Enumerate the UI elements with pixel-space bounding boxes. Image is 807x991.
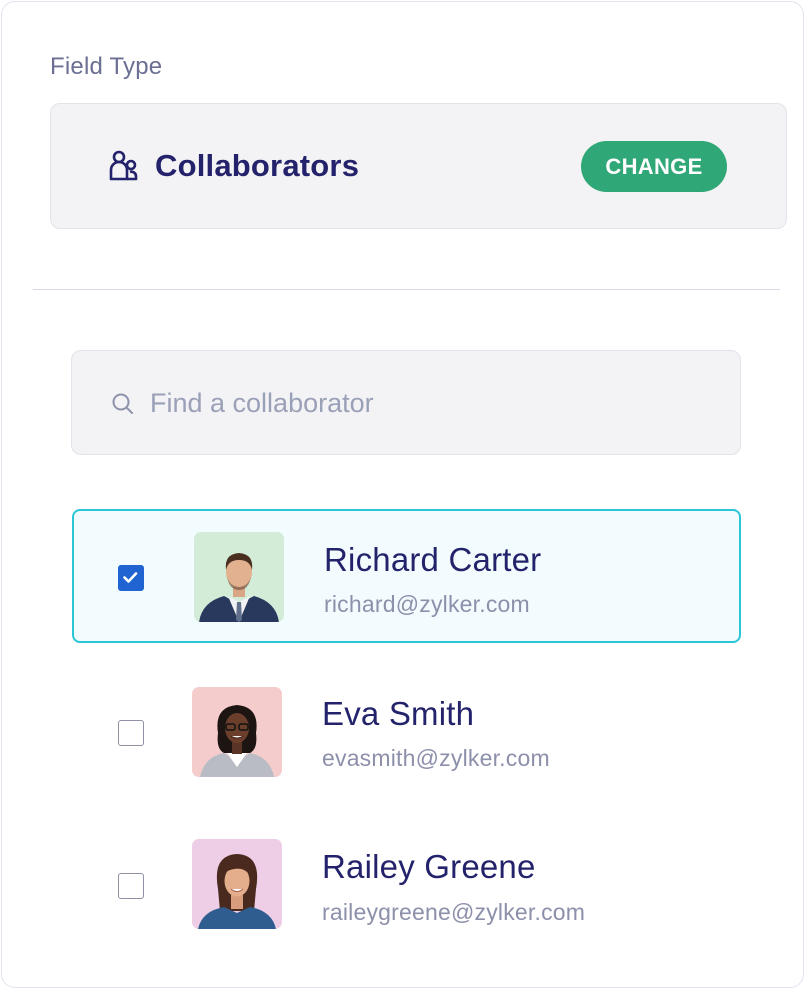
section-divider [33, 289, 780, 290]
collaborator-checkbox[interactable] [118, 720, 144, 746]
collaborator-name: Railey Greene [322, 848, 536, 885]
check-icon [123, 572, 138, 583]
field-settings-panel: Field Type Collaborators CHANGE Find a c… [1, 1, 804, 988]
collaborators-icon [109, 150, 138, 181]
avatar [192, 839, 282, 929]
field-type-value: Collaborators [155, 148, 360, 183]
collaborator-email: evasmith@zylker.com [322, 745, 550, 771]
collaborator-row-richard-carter[interactable]: Richard Carter richard@zylker.com [72, 509, 741, 643]
collaborator-email: raileygreene@zylker.com [322, 899, 586, 925]
collaborator-checkbox[interactable] [118, 873, 144, 899]
field-type-label: Field Type [50, 53, 163, 80]
avatar [192, 687, 282, 777]
collaborator-search[interactable] [71, 350, 741, 455]
avatar [194, 532, 284, 622]
search-input[interactable] [150, 381, 710, 425]
change-field-type-button[interactable]: CHANGE [581, 141, 727, 192]
collaborator-name: Eva Smith [322, 695, 475, 732]
collaborator-row-railey-greene[interactable]: Railey Greene raileygreene@zylker.com [72, 819, 741, 953]
collaborator-row-eva-smith[interactable]: Eva Smith evasmith@zylker.com [72, 666, 741, 800]
collaborator-checkbox[interactable] [118, 565, 144, 591]
collaborator-email: richard@zylker.com [324, 591, 530, 617]
collaborator-name: Richard Carter [324, 541, 542, 578]
field-type-box: Collaborators CHANGE [50, 103, 787, 229]
search-icon [112, 393, 133, 414]
